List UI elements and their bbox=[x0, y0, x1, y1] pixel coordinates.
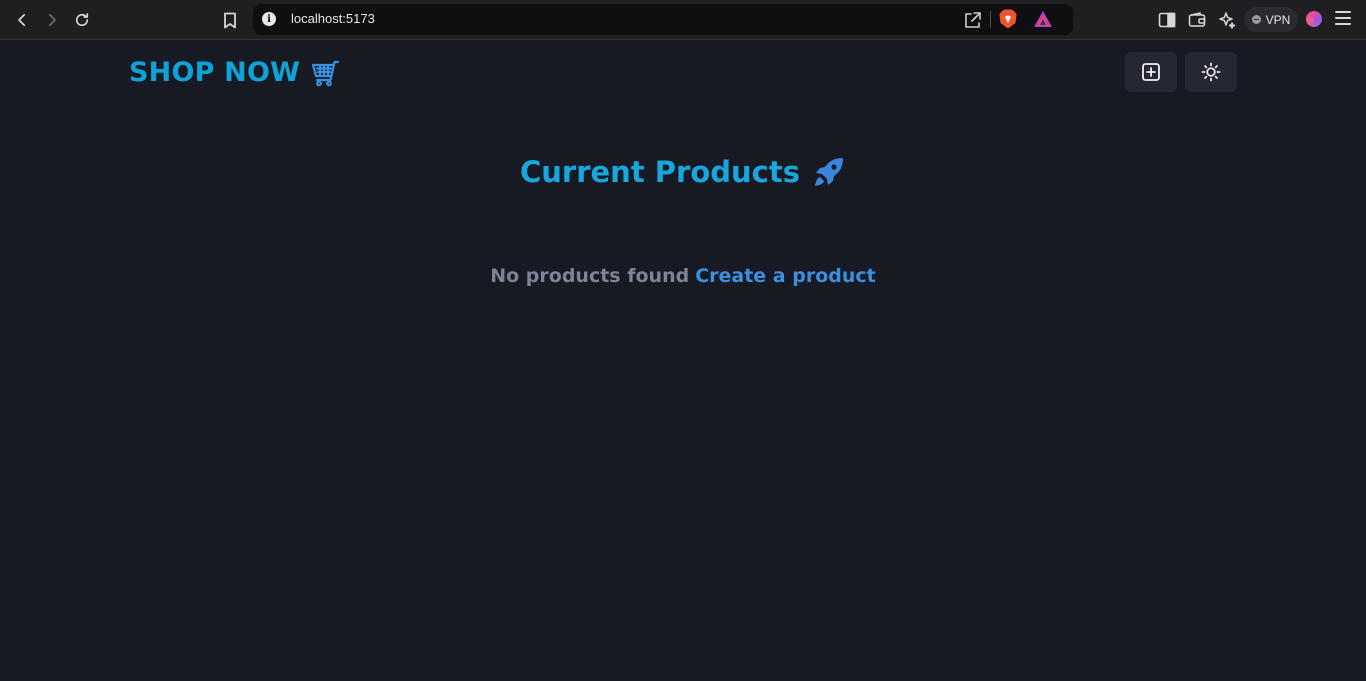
url-text[interactable]: localhost:5173 bbox=[291, 11, 375, 26]
empty-state-message: No products found bbox=[490, 265, 690, 287]
brand-title: SHOP NOW bbox=[129, 57, 301, 88]
brave-rewards-button[interactable] bbox=[1033, 10, 1053, 28]
plus-square-icon bbox=[1142, 63, 1160, 81]
page-content: SHOP NOW Current Products No products fo… bbox=[0, 41, 1366, 681]
divider bbox=[990, 11, 991, 28]
hamburger-menu-icon[interactable] bbox=[1335, 11, 1351, 25]
wallet-icon bbox=[1188, 12, 1206, 27]
back-button[interactable] bbox=[10, 8, 34, 32]
theme-toggle-button[interactable] bbox=[1185, 52, 1237, 92]
browser-toolbar: i localhost:5173 VPN bbox=[0, 0, 1366, 40]
bookmark-button[interactable] bbox=[219, 8, 241, 32]
brave-shields-icon bbox=[999, 9, 1017, 29]
brave-rewards-icon bbox=[1034, 11, 1052, 27]
page-heading: Current Products bbox=[0, 155, 1366, 189]
create-product-link[interactable]: Create a product bbox=[695, 265, 876, 287]
create-product-button[interactable] bbox=[1125, 52, 1177, 92]
leo-ai-button[interactable] bbox=[1218, 8, 1236, 32]
reload-icon bbox=[75, 13, 89, 27]
empty-state: No products found Create a product bbox=[0, 265, 1366, 287]
vpn-label: VPN bbox=[1265, 12, 1291, 27]
sidebar-button[interactable] bbox=[1158, 8, 1176, 32]
vpn-status-icon bbox=[1251, 15, 1261, 24]
chevron-right-icon bbox=[48, 13, 56, 27]
share-icon bbox=[965, 12, 981, 28]
rocket-icon bbox=[815, 158, 843, 186]
forward-button[interactable] bbox=[40, 8, 64, 32]
site-info-icon[interactable]: i bbox=[262, 12, 276, 26]
bookmark-icon bbox=[224, 12, 236, 28]
leo-ai-icon bbox=[1219, 12, 1236, 29]
vpn-button[interactable]: VPN bbox=[1244, 7, 1298, 32]
reload-button[interactable] bbox=[70, 8, 94, 32]
sidebar-icon bbox=[1158, 12, 1176, 28]
profile-avatar[interactable] bbox=[1306, 11, 1322, 27]
wallet-button[interactable] bbox=[1188, 8, 1206, 32]
sun-icon bbox=[1201, 62, 1221, 82]
brave-shields-button[interactable] bbox=[999, 9, 1017, 29]
page-title: Current Products bbox=[519, 155, 800, 189]
brand-link[interactable]: SHOP NOW bbox=[129, 57, 340, 88]
share-button[interactable] bbox=[963, 10, 983, 30]
shopping-cart-icon bbox=[312, 60, 340, 86]
chevron-left-icon bbox=[18, 13, 26, 27]
address-bar[interactable]: i localhost:5173 bbox=[253, 4, 1073, 35]
